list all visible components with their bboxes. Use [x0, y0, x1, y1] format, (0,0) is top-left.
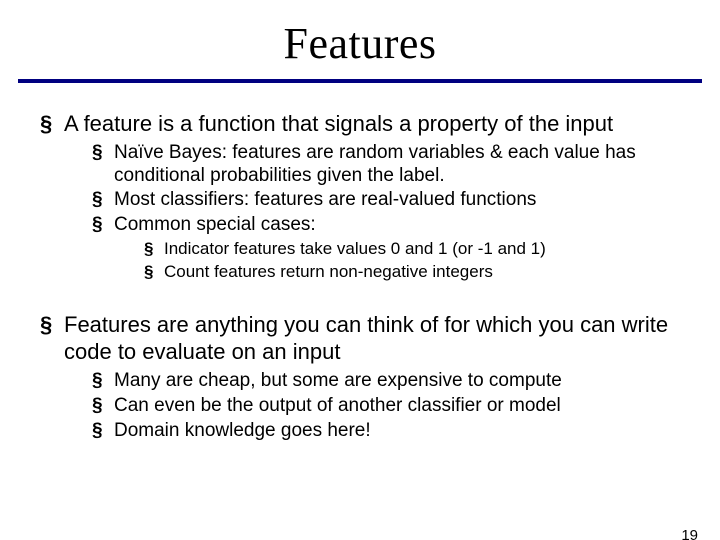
bullet-lvl2: Domain knowledge goes here! — [92, 420, 680, 443]
bullet-list-1: A feature is a function that signals a p… — [40, 111, 680, 282]
bullet-text: Features are anything you can think of f… — [64, 312, 668, 364]
title-rule — [18, 79, 702, 83]
bullet-text: Naïve Bayes: features are random variabl… — [114, 142, 636, 186]
bullet-text: Count features return non-negative integ… — [164, 262, 493, 281]
bullet-text: Can even be the output of another classi… — [114, 395, 561, 416]
bullet-text: A feature is a function that signals a p… — [64, 111, 613, 136]
bullet-lvl2: Naïve Bayes: features are random variabl… — [92, 142, 680, 188]
slide-content: A feature is a function that signals a p… — [0, 111, 720, 443]
bullet-lvl3: Indicator features take values 0 and 1 (… — [144, 239, 680, 260]
bullet-lvl3: Count features return non-negative integ… — [144, 262, 680, 283]
bullet-lvl2: Many are cheap, but some are expensive t… — [92, 370, 680, 393]
bullet-lvl2: Common special cases: Indicator features… — [92, 214, 680, 282]
bullet-text: Indicator features take values 0 and 1 (… — [164, 239, 546, 258]
slide: Features A feature is a function that si… — [0, 18, 720, 540]
bullet-lvl1: Features are anything you can think of f… — [40, 312, 680, 442]
spacer — [40, 284, 680, 312]
bullet-text: Many are cheap, but some are expensive t… — [114, 370, 562, 391]
bullet-text: Most classifiers: features are real-valu… — [114, 189, 536, 210]
bullet-list-2: Naïve Bayes: features are random variabl… — [92, 142, 680, 283]
bullet-list-1b: Features are anything you can think of f… — [40, 312, 680, 442]
bullet-lvl1: A feature is a function that signals a p… — [40, 111, 680, 282]
slide-title: Features — [0, 18, 720, 69]
bullet-lvl2: Most classifiers: features are real-valu… — [92, 189, 680, 212]
bullet-lvl2: Can even be the output of another classi… — [92, 395, 680, 418]
bullet-list-3: Indicator features take values 0 and 1 (… — [144, 239, 680, 282]
bullet-text: Common special cases: — [114, 214, 316, 235]
page-number: 19 — [681, 527, 698, 540]
bullet-text: Domain knowledge goes here! — [114, 420, 371, 441]
bullet-list-2b: Many are cheap, but some are expensive t… — [92, 370, 680, 442]
